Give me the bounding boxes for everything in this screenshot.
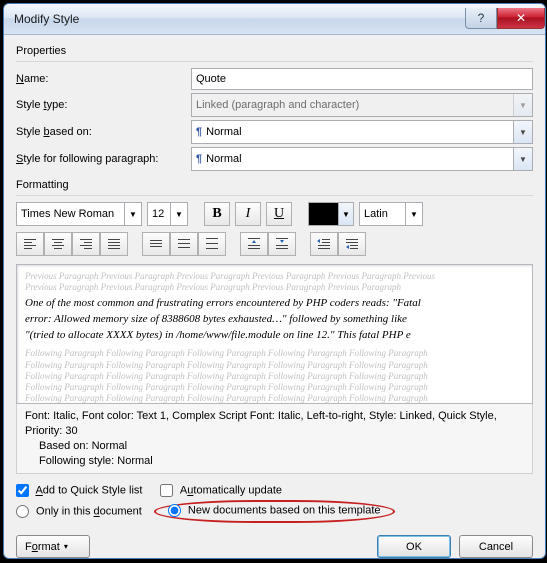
spacing-1-button[interactable] xyxy=(142,232,170,256)
chevron-down-icon[interactable]: ▼ xyxy=(124,203,141,225)
indent-increase-button[interactable] xyxy=(338,232,366,256)
following-combo[interactable]: ¶ Normal ▼ xyxy=(191,147,533,171)
window-title: Modify Style xyxy=(14,12,465,26)
auto-update-checkbox[interactable]: Automatically update xyxy=(160,484,282,497)
properties-group-label: Properties xyxy=(16,45,533,57)
only-document-radio[interactable]: Only in this document xyxy=(16,505,142,518)
chevron-down-icon[interactable]: ▼ xyxy=(338,203,353,225)
bold-button[interactable]: B xyxy=(204,202,230,226)
ok-button[interactable]: OK xyxy=(377,535,451,558)
help-button[interactable]: ? xyxy=(465,8,497,29)
chevron-down-icon[interactable]: ▼ xyxy=(513,148,532,170)
formatting-group-label: Formatting xyxy=(16,179,533,191)
cancel-button[interactable]: Cancel xyxy=(459,535,533,558)
based-on-combo[interactable]: ¶ Normal ▼ xyxy=(191,120,533,144)
modify-style-dialog: Modify Style ? ✕ Properties Name: Style … xyxy=(3,3,546,559)
underline-button[interactable]: U xyxy=(266,202,292,226)
quick-style-checkbox[interactable]: Add to Add to Quick Style listQuick Styl… xyxy=(16,484,142,497)
font-size-combo[interactable]: 12 ▼ xyxy=(147,202,188,226)
align-center-button[interactable] xyxy=(44,232,72,256)
titlebar: Modify Style ? ✕ xyxy=(4,4,545,35)
chevron-down-icon[interactable]: ▼ xyxy=(405,203,422,225)
chevron-down-icon[interactable]: ▼ xyxy=(513,121,532,143)
align-left-button[interactable] xyxy=(16,232,44,256)
font-color-button[interactable]: ▼ xyxy=(308,202,354,226)
spacing-2-button[interactable] xyxy=(198,232,226,256)
indent-decrease-button[interactable] xyxy=(310,232,338,256)
name-label: Name: xyxy=(16,73,191,85)
spacing-15-button[interactable] xyxy=(170,232,198,256)
font-name-combo[interactable]: Times New Roman ▼ xyxy=(16,202,142,226)
name-input[interactable] xyxy=(191,68,533,90)
close-button[interactable]: ✕ xyxy=(497,8,545,29)
style-type-label: Style type: xyxy=(16,99,191,111)
italic-button[interactable]: I xyxy=(235,202,261,226)
color-swatch xyxy=(309,203,338,225)
style-description: Font: Italic, Font color: Text 1, Comple… xyxy=(16,404,533,474)
script-combo[interactable]: Latin ▼ xyxy=(359,202,423,226)
space-before-inc-button[interactable] xyxy=(240,232,268,256)
style-type-combo: Linked (paragraph and character) ▼ xyxy=(191,93,533,117)
chevron-down-icon[interactable]: ▼ xyxy=(170,203,187,225)
new-documents-radio[interactable]: New documents based on this template xyxy=(168,504,381,517)
pilcrow-icon: ¶ xyxy=(196,126,202,138)
pilcrow-icon: ¶ xyxy=(196,153,202,165)
based-on-label: Style based on: xyxy=(16,126,191,138)
space-before-dec-button[interactable] xyxy=(268,232,296,256)
preview-pane: Previous Paragraph Previous Paragraph Pr… xyxy=(16,264,533,404)
following-label: Style for following paragraph: xyxy=(16,153,191,165)
align-right-button[interactable] xyxy=(72,232,100,256)
align-justify-button[interactable] xyxy=(100,232,128,256)
format-button[interactable]: Format▾ xyxy=(16,535,90,558)
chevron-down-icon: ▼ xyxy=(513,94,532,116)
